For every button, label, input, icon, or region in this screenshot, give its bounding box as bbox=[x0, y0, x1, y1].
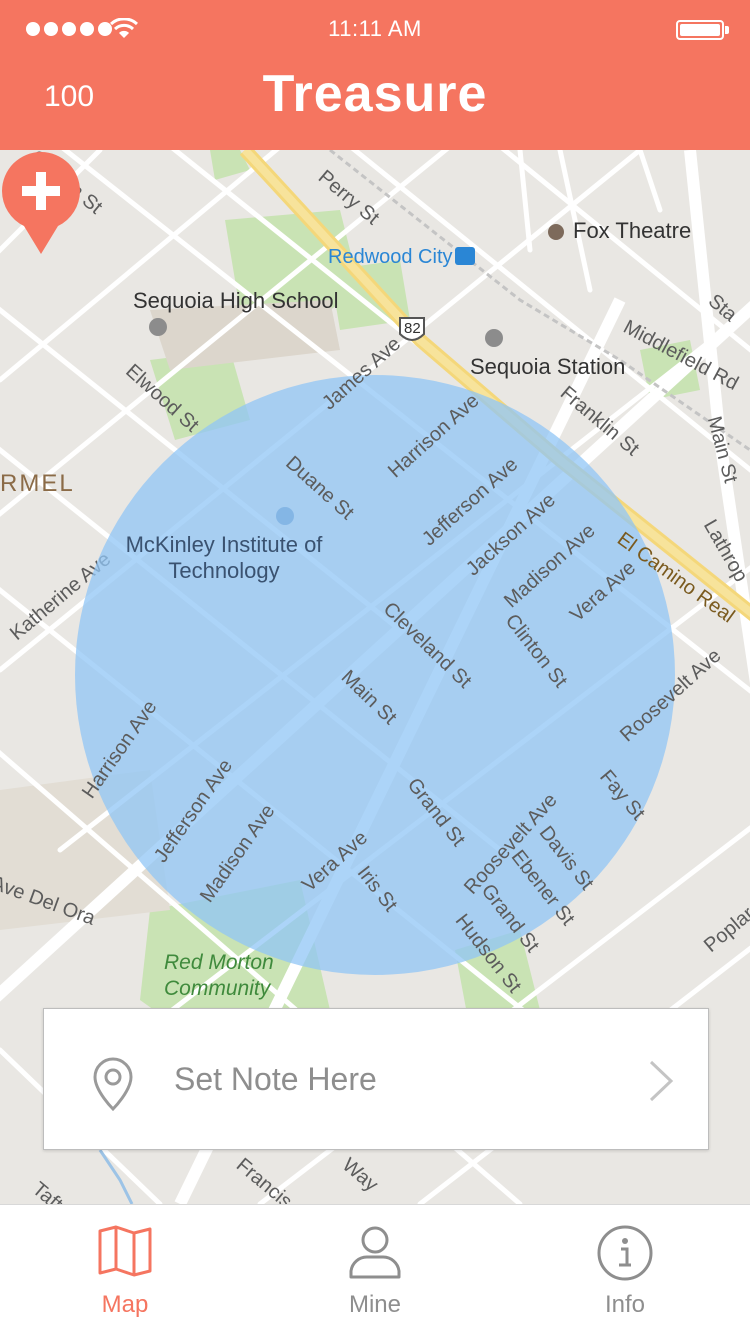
location-pin-icon bbox=[93, 1057, 133, 1111]
chevron-right-icon bbox=[649, 1060, 674, 1102]
status-bar: 11:11 AM bbox=[0, 14, 750, 44]
map-label-redwood-city: Redwood City bbox=[328, 246, 453, 268]
tab-info-label: Info bbox=[604, 1291, 646, 1318]
status-time: 11:11 AM bbox=[328, 16, 422, 41]
tab-map-label: Map bbox=[101, 1291, 149, 1318]
treasure-pin-icon[interactable] bbox=[0, 150, 82, 260]
tab-mine-label: Mine bbox=[348, 1291, 402, 1318]
note-placeholder: Set Note Here bbox=[174, 1061, 377, 1097]
map-label-mckinley: McKinley Institute of Technology bbox=[125, 532, 323, 583]
map-label-fox-theatre: Fox Theatre bbox=[573, 218, 692, 243]
map-label-highway: 82 bbox=[404, 320, 421, 337]
map-label-sequoia-high: Sequoia High School bbox=[133, 288, 339, 313]
battery-icon bbox=[676, 20, 729, 40]
page-title: Treasure bbox=[262, 65, 488, 123]
tab-info[interactable]: Info bbox=[500, 1205, 750, 1335]
nav-header: 11:11 AM 100 Treasure bbox=[0, 0, 750, 150]
tab-bar: Map Mine Info bbox=[0, 1204, 750, 1335]
tab-map[interactable]: Map bbox=[0, 1205, 250, 1335]
map-label-sequoia-station: Sequoia Station bbox=[470, 354, 626, 379]
map-label-rmel: RMEL bbox=[0, 470, 75, 497]
info-icon bbox=[597, 1225, 653, 1281]
tab-mine[interactable]: Mine bbox=[250, 1205, 500, 1335]
map-label-red-morton: Red Morton Community bbox=[164, 951, 274, 1000]
person-icon bbox=[349, 1226, 401, 1279]
map-icon bbox=[98, 1225, 152, 1277]
set-note-card[interactable]: Set Note Here bbox=[43, 1008, 709, 1150]
